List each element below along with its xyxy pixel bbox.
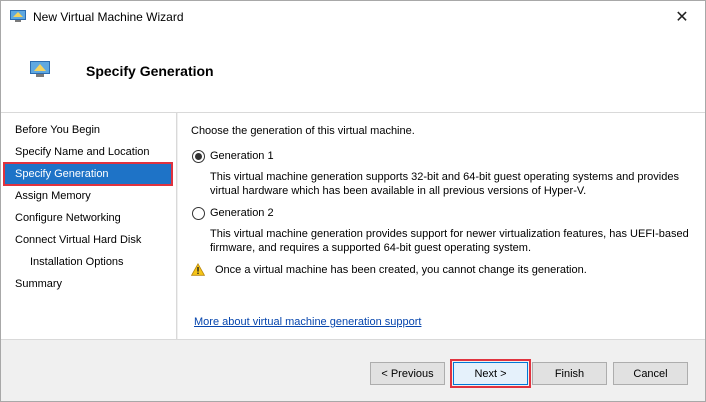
window-title: New Virtual Machine Wizard xyxy=(33,10,184,24)
generation-1-description: This virtual machine generation supports… xyxy=(210,171,679,197)
nav-item-specify-name-and-location[interactable]: Specify Name and Location xyxy=(15,142,150,162)
more-info-link[interactable]: More about virtual machine generation su… xyxy=(194,316,421,328)
wizard-steps-nav: Before You Begin Specify Name and Locati… xyxy=(1,113,177,339)
nav-item-installation-options[interactable]: Installation Options xyxy=(30,252,124,272)
nav-item-specify-generation[interactable]: Specify Generation xyxy=(3,162,173,186)
page-title: Specify Generation xyxy=(86,63,214,79)
close-icon: ✕ xyxy=(675,8,689,26)
nav-item-connect-virtual-hard-disk[interactable]: Connect Virtual Hard Disk xyxy=(15,230,141,250)
nav-item-summary[interactable]: Summary xyxy=(15,274,62,294)
nav-item-assign-memory[interactable]: Assign Memory xyxy=(15,186,91,206)
close-button[interactable]: ✕ xyxy=(659,1,705,32)
next-button[interactable]: Next > xyxy=(450,359,531,388)
wizard-footer: < Previous Next > Finish Cancel xyxy=(1,339,705,401)
warning-icon xyxy=(191,263,205,276)
generation-warning: Once a virtual machine has been created,… xyxy=(215,264,587,276)
nav-item-before-you-begin[interactable]: Before You Begin xyxy=(15,120,100,140)
virtual-machine-icon xyxy=(10,10,26,22)
cancel-button[interactable]: Cancel xyxy=(613,362,688,385)
title-bar: New Virtual Machine Wizard ✕ xyxy=(1,1,705,32)
finish-button[interactable]: Finish xyxy=(532,362,607,385)
wizard-window: New Virtual Machine Wizard ✕ Specify Gen… xyxy=(0,0,706,402)
content-pane: Choose the generation of this virtual ma… xyxy=(178,113,705,339)
generation-2-radio[interactable] xyxy=(192,207,205,220)
virtual-machine-icon xyxy=(30,61,50,77)
previous-button[interactable]: < Previous xyxy=(370,362,445,385)
wizard-header: Specify Generation xyxy=(1,32,705,113)
nav-item-configure-networking[interactable]: Configure Networking xyxy=(15,208,121,228)
generation-2-description: This virtual machine generation provides… xyxy=(210,228,689,254)
generation-prompt: Choose the generation of this virtual ma… xyxy=(191,125,415,137)
generation-1-radio[interactable] xyxy=(192,150,205,163)
generation-1-label[interactable]: Generation 1 xyxy=(210,150,274,162)
generation-2-label[interactable]: Generation 2 xyxy=(210,207,274,219)
